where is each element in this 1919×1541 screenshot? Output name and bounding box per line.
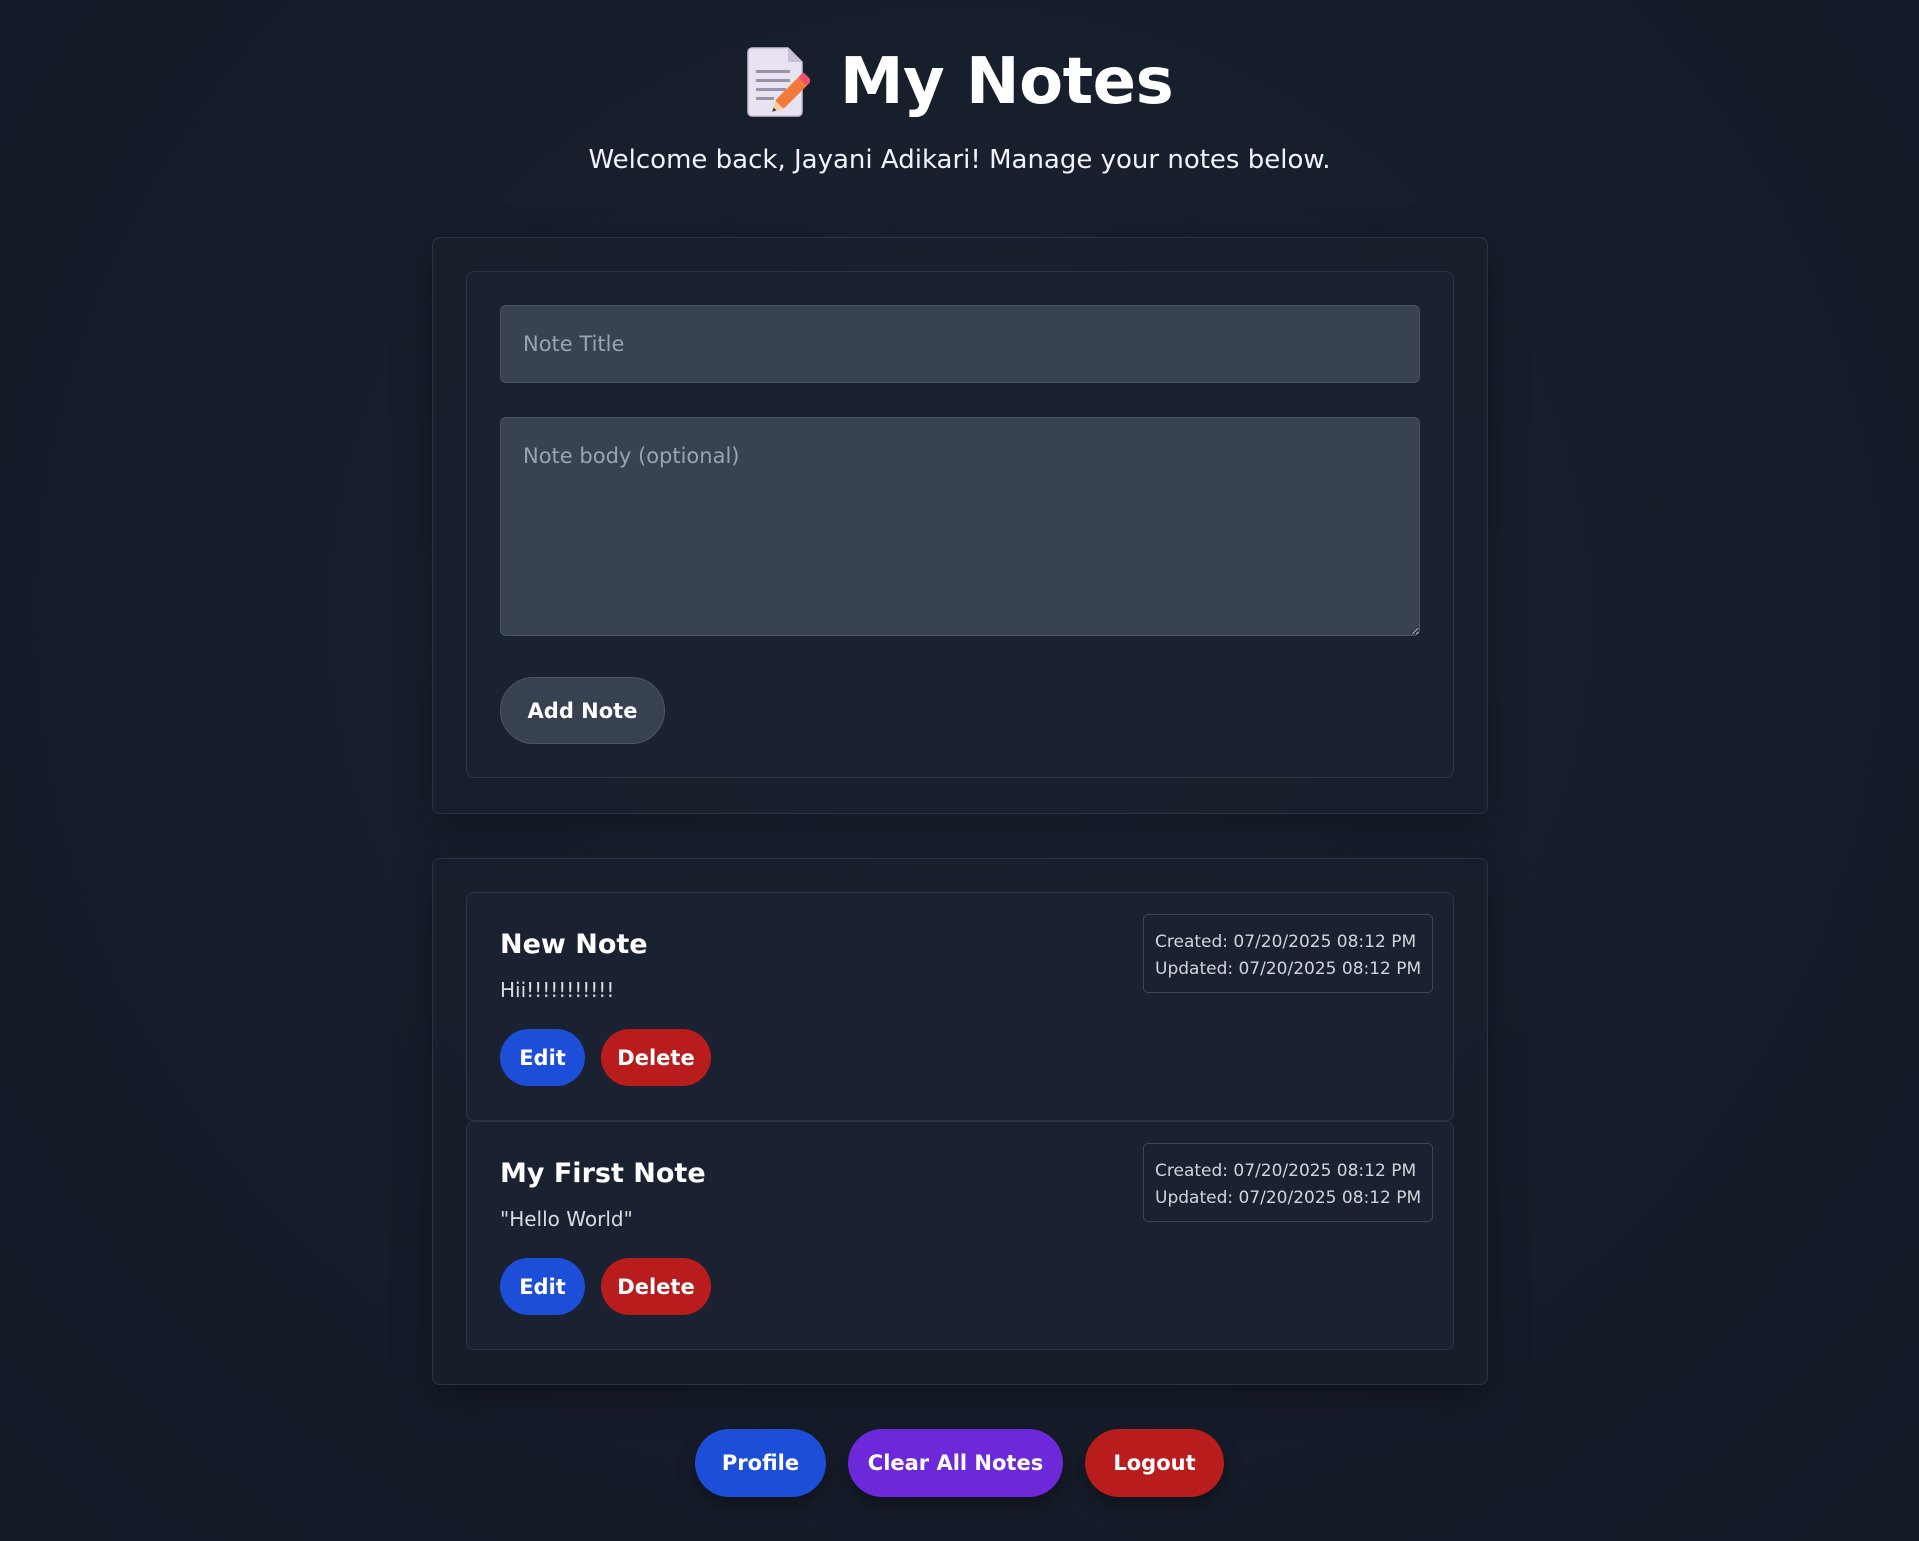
note-body: Hii!!!!!!!!!!! xyxy=(500,978,615,1002)
welcome-subtitle: Welcome back, Jayani Adikari! Manage you… xyxy=(588,145,1331,175)
note-timestamps: Created: 07/20/2025 08:12 PM Updated: 07… xyxy=(1143,1143,1433,1222)
title-row: My Notes xyxy=(0,40,1919,124)
page-header: My Notes Welcome back, Jayani Adikari! M… xyxy=(0,40,1919,176)
note-form-card: Add Note xyxy=(466,271,1454,778)
note-title: New Note xyxy=(500,929,648,960)
delete-note-button[interactable]: Delete xyxy=(601,1258,711,1315)
add-note-button[interactable]: Add Note xyxy=(500,677,665,744)
notes-list-panel: New Note Hii!!!!!!!!!!! Created: 07/20/2… xyxy=(432,858,1488,1385)
updated-timestamp: Updated: 07/20/2025 08:12 PM xyxy=(1155,1188,1422,1208)
edit-note-button[interactable]: Edit xyxy=(500,1029,585,1086)
page-title: My Notes xyxy=(839,45,1174,119)
memo-icon xyxy=(746,46,811,118)
note-title-input[interactable] xyxy=(500,305,1420,383)
updated-timestamp: Updated: 07/20/2025 08:12 PM xyxy=(1155,959,1422,979)
created-timestamp: Created: 07/20/2025 08:12 PM xyxy=(1155,1161,1417,1181)
note-body: "Hello World" xyxy=(500,1207,633,1231)
logout-button[interactable]: Logout xyxy=(1085,1429,1224,1497)
note-card: My First Note "Hello World" Created: 07/… xyxy=(466,1121,1454,1350)
note-timestamps: Created: 07/20/2025 08:12 PM Updated: 07… xyxy=(1143,914,1433,993)
note-title: My First Note xyxy=(500,1158,706,1189)
note-form-panel: Add Note xyxy=(432,237,1488,814)
clear-all-notes-button[interactable]: Clear All Notes xyxy=(848,1429,1063,1497)
created-timestamp: Created: 07/20/2025 08:12 PM xyxy=(1155,932,1417,952)
note-body-textarea[interactable] xyxy=(500,417,1420,636)
note-card: New Note Hii!!!!!!!!!!! Created: 07/20/2… xyxy=(466,892,1454,1121)
edit-note-button[interactable]: Edit xyxy=(500,1258,585,1315)
footer-actions: Profile Clear All Notes Logout xyxy=(0,1429,1919,1497)
delete-note-button[interactable]: Delete xyxy=(601,1029,711,1086)
profile-button[interactable]: Profile xyxy=(695,1429,826,1497)
